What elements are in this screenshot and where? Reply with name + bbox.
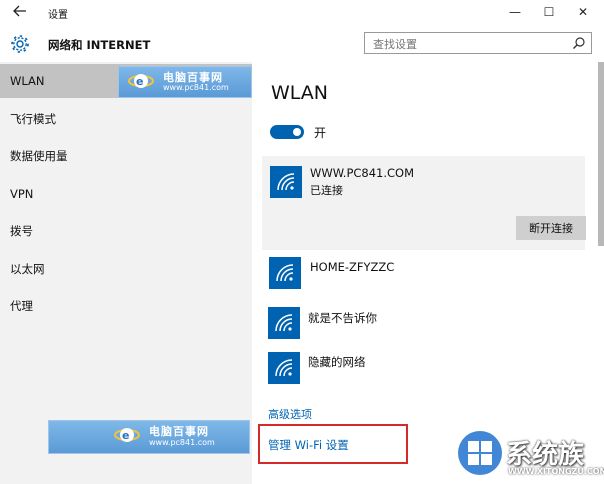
- search-input[interactable]: [371, 34, 565, 55]
- gear-icon: [11, 35, 29, 53]
- search-icon[interactable]: [572, 36, 586, 50]
- close-button[interactable]: ✕: [568, 2, 598, 22]
- search-box[interactable]: [364, 32, 592, 55]
- watermark-brand: 系统族: [506, 440, 585, 470]
- main-panel: WLAN 开 WWW.PC841.COM 已连接 断开连接 HOME-ZFYZZ…: [252, 62, 604, 484]
- highlight-box: [258, 424, 408, 464]
- wifi-icon: [270, 166, 302, 198]
- window-title: 设置: [48, 10, 68, 21]
- scrollbar[interactable]: [598, 62, 604, 246]
- disconnect-button[interactable]: 断开连接: [516, 216, 586, 240]
- network-name: WWW.PC841.COM: [310, 166, 415, 180]
- sidebar-item-proxy[interactable]: 代理: [0, 289, 252, 323]
- sidebar-item-vpn[interactable]: VPN: [0, 177, 252, 211]
- watermark-logo-bottom: e 电脑百事网 www.pc841.com: [48, 420, 250, 454]
- sidebar-item-ethernet[interactable]: 以太网: [0, 252, 252, 286]
- connected-network-card[interactable]: WWW.PC841.COM 已连接 断开连接: [262, 156, 586, 250]
- sidebar-item-data-usage[interactable]: 数据使用量: [0, 139, 252, 173]
- watermark-name: 电脑百事网: [149, 425, 209, 438]
- network-name: 隐藏的网络: [308, 355, 366, 369]
- back-arrow-icon[interactable]: [8, 3, 32, 23]
- ie-logo-icon: e: [128, 74, 154, 88]
- wifi-icon: [268, 307, 300, 339]
- minimize-button[interactable]: —: [500, 2, 530, 22]
- section-title: WLAN: [271, 82, 329, 104]
- watermark-url: www.pc841.com: [163, 83, 229, 92]
- watermark-brand-url: WWW.XITONGZU.COM: [508, 467, 604, 476]
- sidebar-item-airplane[interactable]: 飞行模式: [0, 102, 252, 136]
- maximize-button[interactable]: ☐: [534, 2, 564, 22]
- svg-text:e: e: [136, 75, 143, 88]
- sidebar: WLAN e 电脑百事网 www.pc841.com 飞行模式 数据使用量 VP…: [0, 62, 252, 484]
- network-name: 就是不告诉你: [308, 311, 377, 325]
- watermark-logo: e 电脑百事网 www.pc841.com: [118, 66, 252, 98]
- network-name: HOME-ZFYZZC: [310, 260, 395, 274]
- toggle-label: 开: [314, 126, 327, 140]
- watermark-url: www.pc841.com: [149, 438, 215, 447]
- toggle-knob: [293, 128, 301, 136]
- settings-header: 网络和 INTERNET: [0, 26, 604, 62]
- wlan-toggle[interactable]: [270, 125, 304, 139]
- wifi-icon: [268, 352, 300, 384]
- network-status: 已连接: [310, 184, 343, 197]
- advanced-options-link[interactable]: 高级选项: [268, 406, 312, 422]
- ie-logo-icon: e: [114, 428, 140, 442]
- svg-text:e: e: [122, 429, 129, 442]
- windows-logo-icon: [458, 431, 502, 475]
- sidebar-item-dialup[interactable]: 拨号: [0, 214, 252, 248]
- title-bar: 设置 — ☐ ✕: [0, 0, 604, 26]
- page-title: 网络和 INTERNET: [48, 38, 151, 52]
- wifi-icon: [269, 257, 301, 289]
